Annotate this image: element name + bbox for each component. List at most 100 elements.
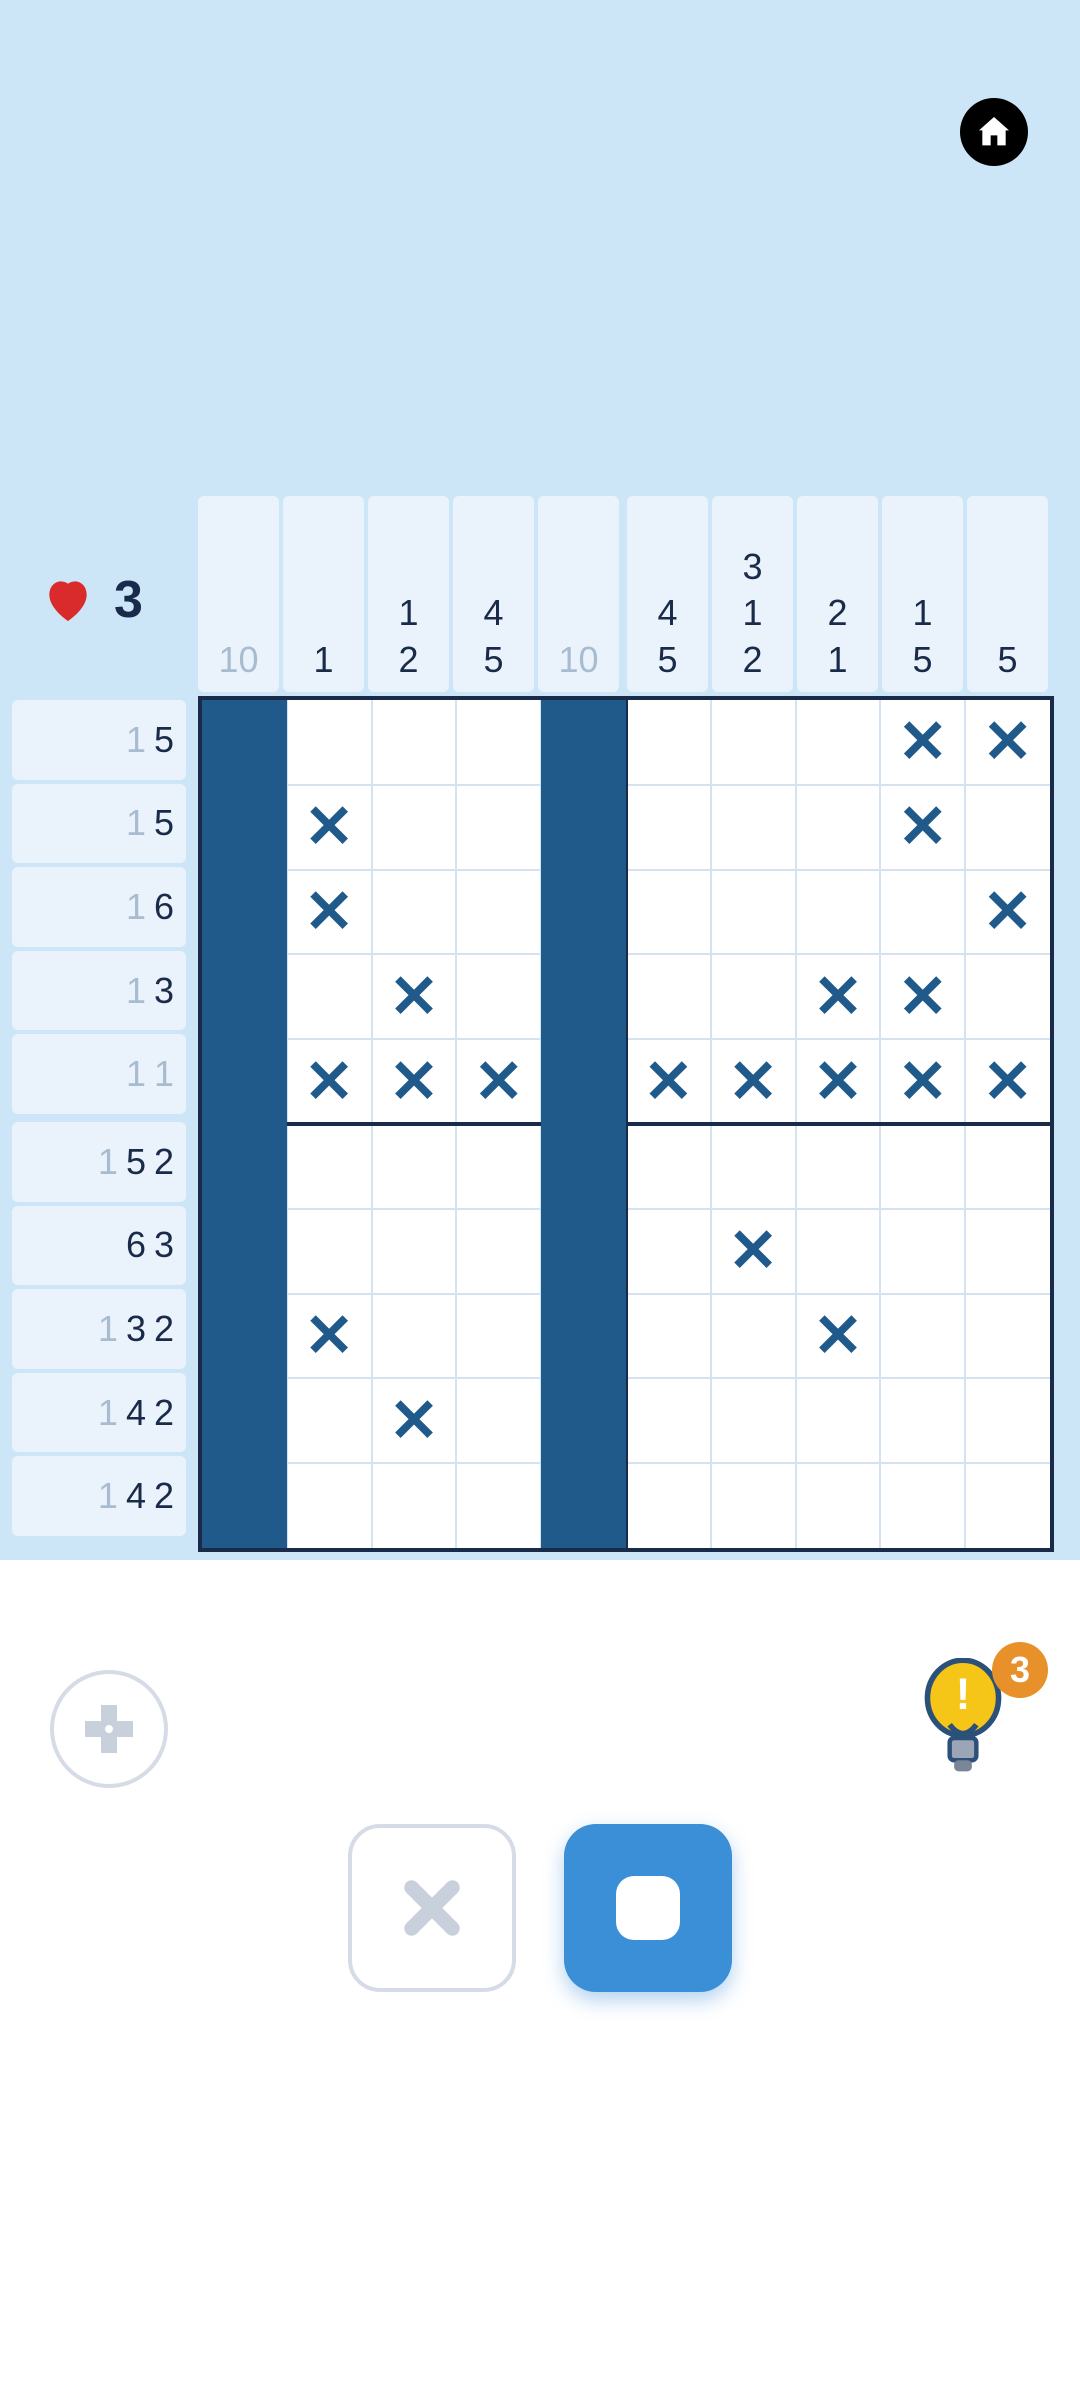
grid-cell[interactable] [456,1463,541,1548]
grid-cell[interactable] [202,870,287,955]
grid-cell[interactable] [965,1294,1050,1379]
grid-cell[interactable] [202,1463,287,1548]
grid-cell[interactable] [965,785,1050,870]
grid-cell[interactable]: ✕ [456,1039,541,1124]
grid-cell[interactable] [456,700,541,785]
grid-cell[interactable] [626,954,711,1039]
grid-cell[interactable] [711,1378,796,1463]
grid-cell[interactable]: ✕ [965,700,1050,785]
grid-cell[interactable]: ✕ [626,1039,711,1124]
grid-cell[interactable] [372,785,457,870]
grid-cell[interactable] [541,1378,626,1463]
grid-cell[interactable] [202,954,287,1039]
grid-cell[interactable] [456,1209,541,1294]
grid-cell[interactable] [711,954,796,1039]
dpad-button[interactable] [50,1670,168,1788]
grid-cell[interactable] [202,1039,287,1124]
grid-cell[interactable] [796,1463,881,1548]
grid-cell[interactable] [880,1378,965,1463]
grid-cell[interactable]: ✕ [880,954,965,1039]
grid-cell[interactable] [965,954,1050,1039]
grid-cell[interactable] [880,1124,965,1209]
grid-cell[interactable] [372,700,457,785]
grid-cell[interactable] [541,1463,626,1548]
grid-cell[interactable] [880,1463,965,1548]
grid-cell[interactable] [796,870,881,955]
grid-cell[interactable] [456,785,541,870]
grid-cell[interactable] [202,1378,287,1463]
grid-cell[interactable] [626,1378,711,1463]
grid-cell[interactable] [372,1124,457,1209]
grid-cell[interactable] [372,1294,457,1379]
grid-cell[interactable]: ✕ [965,1039,1050,1124]
grid-cell[interactable]: ✕ [372,954,457,1039]
grid-cell[interactable] [541,1209,626,1294]
grid-cell[interactable] [711,1294,796,1379]
grid-cell[interactable] [796,1209,881,1294]
grid-cell[interactable] [372,1463,457,1548]
grid-cell[interactable] [202,1209,287,1294]
home-button[interactable] [960,98,1028,166]
grid-cell[interactable]: ✕ [372,1039,457,1124]
grid-cell[interactable] [541,1039,626,1124]
grid-cell[interactable] [626,700,711,785]
grid-cell[interactable] [880,1209,965,1294]
grid-cell[interactable] [287,954,372,1039]
grid-cell[interactable]: ✕ [965,870,1050,955]
grid-cell[interactable] [796,1378,881,1463]
grid-cell[interactable] [711,1124,796,1209]
grid-cell[interactable] [626,870,711,955]
grid-cell[interactable]: ✕ [287,785,372,870]
grid-cell[interactable] [541,870,626,955]
grid-cell[interactable] [880,870,965,955]
grid-cell[interactable] [202,1124,287,1209]
grid-cell[interactable] [372,870,457,955]
grid-cell[interactable] [202,1294,287,1379]
grid-cell[interactable] [541,954,626,1039]
grid-cell[interactable] [796,700,881,785]
grid-cell[interactable]: ✕ [287,1294,372,1379]
grid-cell[interactable]: ✕ [880,700,965,785]
grid-cell[interactable] [626,1209,711,1294]
grid-cell[interactable]: ✕ [880,1039,965,1124]
grid-cell[interactable] [456,954,541,1039]
grid-cell[interactable] [711,700,796,785]
grid-cell[interactable] [626,1124,711,1209]
grid-cell[interactable] [711,1463,796,1548]
grid-cell[interactable] [287,1378,372,1463]
grid-cell[interactable] [541,1294,626,1379]
grid-cell[interactable]: ✕ [796,1039,881,1124]
mode-cross-button[interactable] [348,1824,516,1992]
grid-cell[interactable]: ✕ [796,1294,881,1379]
grid-cell[interactable]: ✕ [287,870,372,955]
grid-cell[interactable]: ✕ [711,1039,796,1124]
grid-cell[interactable] [711,785,796,870]
grid-cell[interactable] [541,1124,626,1209]
grid-cell[interactable] [541,785,626,870]
grid-cell[interactable] [541,700,626,785]
grid-cell[interactable] [287,700,372,785]
grid-cell[interactable] [202,785,287,870]
grid-cell[interactable] [626,1294,711,1379]
grid-cell[interactable] [965,1463,1050,1548]
grid-cell[interactable] [965,1209,1050,1294]
puzzle-grid[interactable]: ✕✕✕✕✕✕✕✕✕✕✕✕✕✕✕✕✕✕✕✕✕ [198,696,1054,1552]
grid-cell[interactable] [880,1294,965,1379]
grid-cell[interactable] [626,785,711,870]
grid-cell[interactable]: ✕ [796,954,881,1039]
grid-cell[interactable]: ✕ [287,1039,372,1124]
grid-cell[interactable] [287,1463,372,1548]
grid-cell[interactable] [796,1124,881,1209]
grid-cell[interactable] [456,1124,541,1209]
mode-fill-button[interactable] [564,1824,732,1992]
grid-cell[interactable] [287,1124,372,1209]
grid-cell[interactable] [202,700,287,785]
grid-cell[interactable] [965,1124,1050,1209]
grid-cell[interactable]: ✕ [372,1378,457,1463]
grid-cell[interactable] [456,1378,541,1463]
grid-cell[interactable] [965,1378,1050,1463]
grid-cell[interactable]: ✕ [711,1209,796,1294]
grid-cell[interactable] [796,785,881,870]
grid-cell[interactable] [626,1463,711,1548]
grid-cell[interactable] [711,870,796,955]
